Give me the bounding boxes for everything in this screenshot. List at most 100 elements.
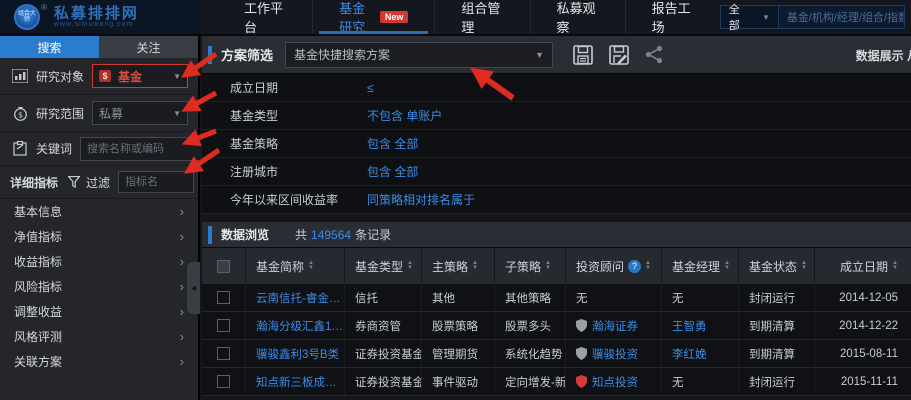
sidebar-item-basic-info[interactable]: 基本信息 ›	[0, 199, 198, 224]
chevron-right-icon: ›	[179, 354, 184, 369]
search-scope-select[interactable]: 全部 ▼	[720, 4, 779, 32]
advisor-link[interactable]: 瀚海证券	[592, 318, 638, 334]
sort-icon[interactable]: ▲ ▼	[724, 260, 730, 271]
nav-portfolio-management[interactable]: 组合管理	[434, 0, 529, 35]
sidebar-item-return-indicators[interactable]: 收益指标 ›	[0, 249, 198, 274]
tab-search[interactable]: 搜索	[0, 36, 99, 58]
chevron-right-icon: ›	[179, 304, 184, 319]
advisor-link[interactable]: 知点投资	[592, 374, 638, 390]
sort-icon[interactable]: ▲ ▼	[472, 260, 478, 271]
sidebar-item-nav-indicators[interactable]: 净值指标 ›	[0, 224, 198, 249]
fund-name-link[interactable]: 骥骏鑫利3号B类	[256, 346, 339, 362]
indicator-filter-input[interactable]	[118, 171, 195, 193]
shield-red-icon	[576, 375, 587, 388]
table-header: 基金简称 ▲ ▼ 基金类型 ▲ ▼ 主策略 ▲ ▼ 子策略 ▲ ▼ 投资顾问? ▲ ▼ 基金经理 ▲ ▼…	[202, 248, 911, 284]
col-fund-type: 基金类型	[355, 259, 404, 274]
sort-icon[interactable]: ▲ ▼	[892, 260, 898, 271]
filter-label: 今年以来区间收益率	[230, 193, 339, 207]
table-row: 骥骏鑫利3号B类 证券投资基金 管理期货 系统化趋势 骥骏投资 李红娩 到期清算…	[202, 340, 911, 368]
app-window: 组合大师 ® 私募排排网 www.simuwang.com 工作平台 基金研究 …	[0, 0, 911, 400]
filter-label: 基金策略	[230, 137, 279, 151]
top-nav: 工作平台 基金研究 New 组合管理 私募观察 报告工场	[218, 0, 720, 35]
table-row: 知点新三板成长二号 证券投资基金 事件驱动 定向增发-新... 知点投资 无 封…	[202, 368, 911, 396]
filter-condition-link[interactable]: 包含 全部	[367, 163, 418, 180]
fund-name-link[interactable]: 知点新三板成长二号	[256, 374, 344, 390]
nav-fund-research[interactable]: 基金研究 New	[312, 0, 434, 35]
count-prefix: 共	[295, 228, 308, 242]
accent-bar	[208, 45, 212, 64]
shield-icon	[576, 347, 587, 360]
share-scheme-button[interactable]	[645, 45, 664, 64]
sidebar-item-related-schemes[interactable]: 关联方案 ›	[0, 349, 198, 374]
fund-name-link[interactable]: 云南信托-睿金-汇...	[256, 290, 344, 306]
row-checkbox[interactable]	[217, 319, 230, 332]
col-sub-strategy: 子策略	[505, 259, 542, 274]
filter-row-fund-strategy: 基金策略 包含 全部	[202, 130, 911, 158]
tab-follow[interactable]: 关注	[99, 36, 198, 58]
sidebar-collapse-handle[interactable]: ◄	[187, 262, 200, 314]
manager-link[interactable]: 王智勇	[672, 318, 707, 334]
sort-icon[interactable]: ▲ ▼	[545, 260, 551, 271]
col-main-strategy: 主策略	[432, 259, 469, 274]
filter-row-ytd-return: 今年以来区间收益率 同策略相对排名属于	[202, 186, 911, 214]
chevron-right-icon: ›	[179, 279, 184, 294]
chevron-right-icon: ›	[179, 204, 184, 219]
research-scope-value: 私募	[99, 106, 124, 121]
sidebar-item-risk-indicators[interactable]: 风险指标 ›	[0, 274, 198, 299]
nav-private-observation[interactable]: 私募观察	[529, 0, 625, 35]
count-suffix: 条记录	[355, 228, 392, 242]
data-display-link[interactable]: 数据展示 从	[856, 36, 911, 74]
research-object-dropdown[interactable]: $ 基金 ▼	[92, 64, 188, 88]
save-as-scheme-button[interactable]	[609, 44, 629, 65]
global-search-box[interactable]: 全部 ▼ 基金/机构/经理/组合/指数/	[719, 4, 905, 32]
research-object-value: 基金	[118, 69, 143, 84]
chevron-right-icon: ›	[179, 229, 184, 244]
filter-condition-link[interactable]: 包含 全部	[367, 135, 418, 152]
save-icon	[573, 44, 593, 65]
scheme-filter-bar: 方案筛选 基金快捷搜索方案 ▼ 数据展示 从	[202, 36, 911, 74]
col-inception-date: 成立日期	[840, 259, 889, 274]
filter-condition-link[interactable]: 不包含 单账户	[367, 107, 442, 124]
advisor-link[interactable]: 骥骏投资	[592, 346, 638, 362]
keyword-label: 关键词	[36, 142, 73, 156]
scheme-select-dropdown[interactable]: 基金快捷搜索方案 ▼	[285, 41, 554, 68]
data-browse-bar: 数据浏览 共 149564 条记录	[202, 222, 911, 248]
scheme-select-value: 基金快捷搜索方案	[294, 48, 391, 62]
filter-row-registered-city: 注册城市 包含 全部	[202, 158, 911, 186]
logo[interactable]: 组合大师 ® 私募排排网 www.simuwang.com	[0, 0, 200, 34]
sort-icon[interactable]: ▲ ▼	[308, 260, 314, 271]
select-all-checkbox[interactable]	[217, 259, 230, 273]
sort-icon[interactable]: ▲ ▼	[801, 260, 807, 271]
filter-label: 过滤	[86, 175, 111, 190]
row-checkbox[interactable]	[217, 347, 230, 360]
research-object-label: 研究对象	[36, 69, 85, 84]
filter-condition-link[interactable]: 同策略相对排名属于	[367, 191, 475, 208]
table-row: 云南信托-睿金-汇... 信托 其他 其他策略 无 无 封闭运行 2014-12…	[202, 284, 911, 312]
col-investment-advisor: 投资顾问	[576, 259, 625, 274]
help-icon[interactable]: ?	[628, 259, 642, 273]
table-row: 瀚海分级汇鑫1号B 券商资管 股票策略 股票多头 瀚海证券 王智勇 到期清算 2…	[202, 312, 911, 340]
nav-work-platform[interactable]: 工作平台	[218, 0, 312, 35]
portfolio-master-logo-icon: 组合大师	[14, 4, 40, 30]
filter-condition-link[interactable]: ≤	[367, 81, 374, 95]
row-checkbox[interactable]	[217, 291, 230, 304]
sort-icon[interactable]: ▲ ▼	[645, 260, 651, 271]
nav-report-factory[interactable]: 报告工场	[624, 0, 720, 35]
sidebar: 搜索 关注 研究对象 $ 基金 ▼ $ 研究范围 私募 ▼ 关键词 搜索名称或编…	[0, 36, 262, 400]
research-scope-dropdown[interactable]: 私募 ▼	[92, 101, 188, 125]
status-text: 封闭运行	[749, 376, 795, 389]
manager-link[interactable]: 李红娩	[672, 346, 707, 362]
main-content: 方案筛选 基金快捷搜索方案 ▼ 数据展示 从 成立日期 ≤	[202, 36, 911, 400]
caret-down-icon: ▼	[173, 108, 181, 118]
sidebar-item-adjusted-return[interactable]: 调整收益 ›	[0, 299, 198, 324]
new-badge: New	[379, 11, 409, 23]
funnel-icon	[68, 176, 81, 188]
fund-name-link[interactable]: 瀚海分级汇鑫1号B	[256, 318, 344, 334]
save-scheme-button[interactable]	[573, 44, 593, 65]
top-bar: 组合大师 ® 私募排排网 www.simuwang.com 工作平台 基金研究 …	[0, 0, 911, 36]
clipboard-icon	[10, 141, 30, 156]
row-checkbox[interactable]	[217, 375, 230, 388]
sidebar-item-style-evaluation[interactable]: 风格评测 ›	[0, 324, 198, 349]
col-fund-status: 基金状态	[749, 259, 798, 274]
sort-icon[interactable]: ▲ ▼	[407, 260, 413, 271]
